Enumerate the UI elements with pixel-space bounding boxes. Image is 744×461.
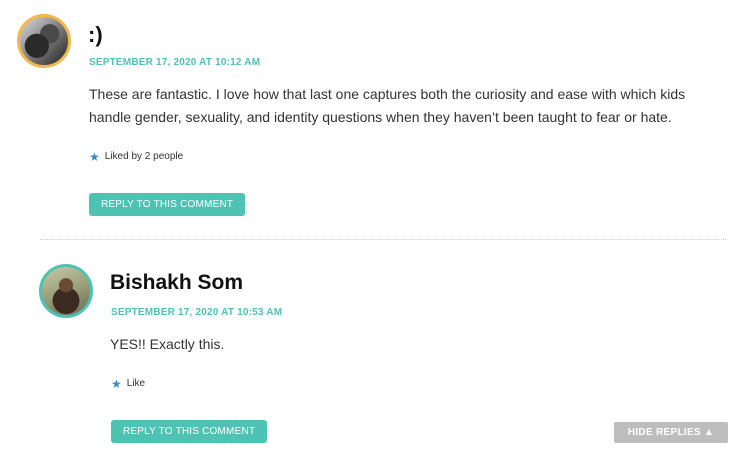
like-label: Like	[126, 378, 146, 389]
avatar[interactable]	[39, 264, 93, 318]
comment-author: :)	[88, 22, 103, 47]
comment-text: YES!! Exactly this.	[110, 336, 225, 352]
avatar[interactable]	[17, 14, 71, 68]
comment-divider	[40, 239, 726, 240]
hide-replies-button[interactable]: HIDE REPLIES ▲	[614, 422, 728, 443]
reply-button[interactable]: REPLY TO THIS COMMENT	[89, 193, 246, 216]
comment-date-link[interactable]: SEPTEMBER 17, 2020 AT 10:53 AM	[111, 307, 282, 318]
reply-button[interactable]: REPLY TO THIS COMMENT	[111, 420, 268, 443]
star-icon: ★	[111, 376, 122, 391]
star-icon: ★	[89, 149, 100, 164]
comment-author[interactable]: Bishakh Som	[110, 271, 243, 295]
comment-date-link[interactable]: SEPTEMBER 17, 2020 AT 10:12 AM	[89, 57, 260, 68]
like-label: Liked by 2 people	[104, 151, 184, 162]
like-button[interactable]: ★ Like	[111, 376, 146, 391]
comment-text: These are fantastic. I love how that las…	[89, 86, 686, 125]
like-button[interactable]: ★ Liked by 2 people	[89, 149, 184, 164]
